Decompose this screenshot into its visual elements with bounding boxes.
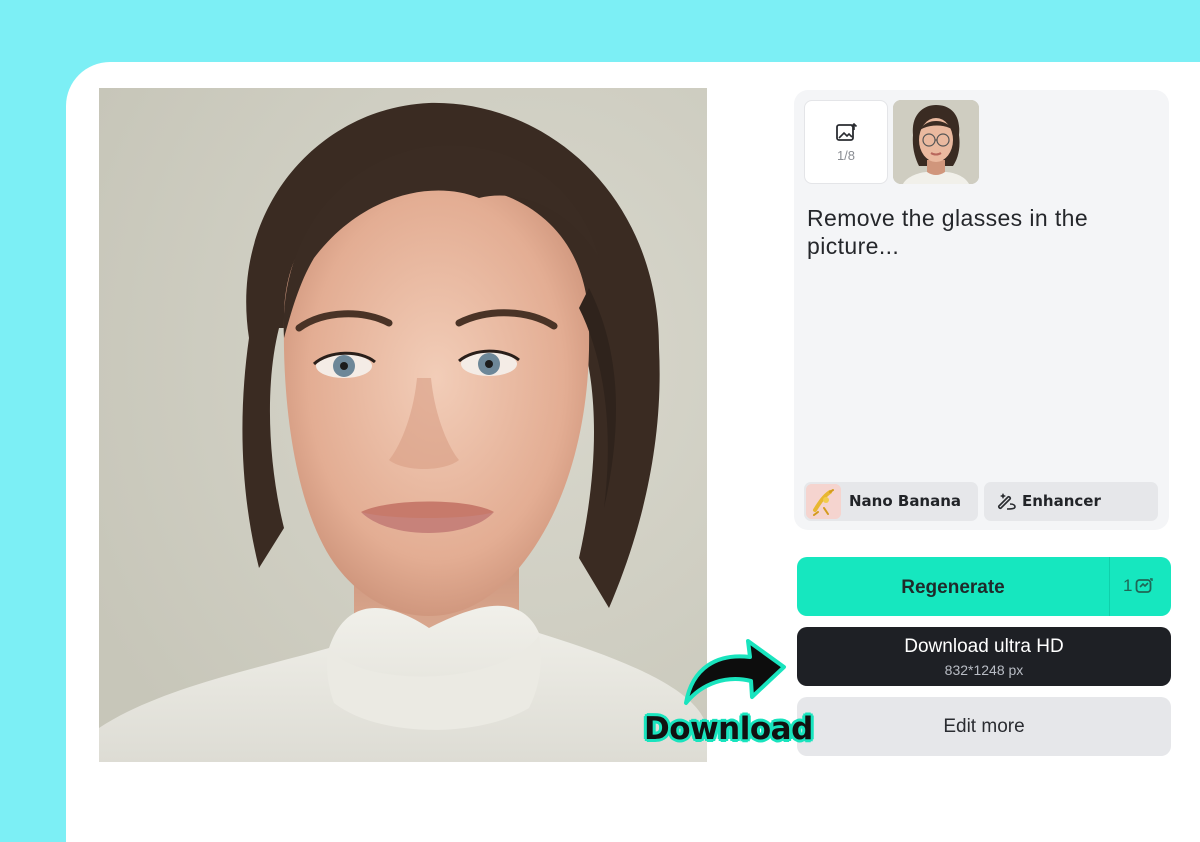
prompt-input[interactable]: Remove the glasses in the picture... — [807, 204, 1147, 260]
credit-icon — [1135, 578, 1153, 599]
image-upload-button[interactable]: 1/8 — [804, 100, 888, 184]
download-label: Download ultra HD — [904, 636, 1064, 657]
enhancer-label: Enhancer — [1022, 492, 1101, 510]
enhancer-toggle[interactable]: Enhancer — [984, 482, 1158, 521]
magic-wand-icon — [996, 492, 1016, 514]
curved-arrow-icon — [672, 623, 792, 718]
prompt-panel: 1/8 Remove the glasses in the picture... — [794, 90, 1169, 530]
regenerate-label: Regenerate — [901, 577, 1005, 598]
upload-count: 1/8 — [836, 148, 856, 163]
regenerate-divider — [1109, 557, 1110, 616]
banana-model-icon — [806, 484, 841, 519]
regenerate-button[interactable]: Regenerate 1 — [797, 557, 1171, 616]
image-upload-icon — [836, 122, 858, 148]
regenerate-credit: 1 — [1123, 576, 1133, 595]
result-image — [99, 88, 707, 762]
download-ultra-hd-button[interactable]: Download ultra HD 832*1248 px — [797, 627, 1171, 686]
edit-more-label: Edit more — [943, 716, 1025, 737]
model-label: Nano Banana — [849, 492, 962, 510]
download-callout: Download — [644, 711, 813, 747]
model-selector[interactable]: Nano Banana — [804, 482, 978, 521]
reference-thumbnail[interactable] — [893, 100, 979, 184]
download-resolution: 832*1248 px — [944, 662, 1024, 678]
edit-more-button[interactable]: Edit more — [797, 697, 1171, 756]
